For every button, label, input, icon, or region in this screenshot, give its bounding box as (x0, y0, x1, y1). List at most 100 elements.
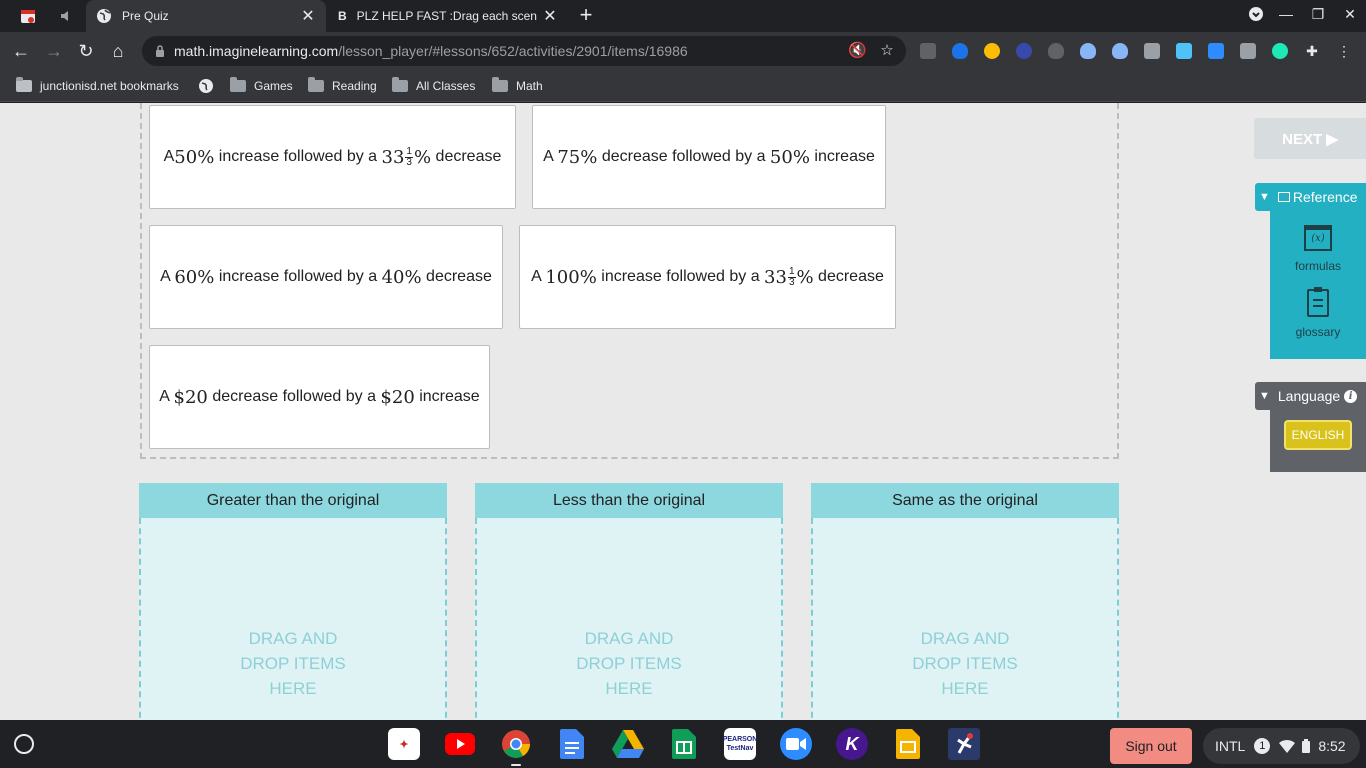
bookmark-games[interactable]: Games (230, 77, 293, 95)
back-icon[interactable]: ← (10, 40, 32, 62)
url-host: math.imaginelearning.com (174, 43, 339, 59)
extension-zoom-icon[interactable] (1208, 43, 1224, 59)
lesson-page: A 50% increase followed by a 33 13 % dec… (0, 103, 1366, 720)
tab-strip: Pre Quiz ✕ B PLZ HELP FAST :Drag each sc… (0, 0, 1366, 32)
card-text: A (531, 268, 546, 285)
scenario-card-60-increase[interactable]: A 60% increase followed by a 40% decreas… (149, 225, 503, 329)
drop-zone-same[interactable]: Same as the original DRAG AND DROP ITEMS… (811, 483, 1119, 720)
card-math: $20 (380, 386, 415, 408)
scenario-card-100-increase[interactable]: A 100% increase followed by a 33 13 % de… (519, 225, 896, 329)
drop-zone-greater[interactable]: Greater than the original DRAG AND DROP … (139, 483, 447, 720)
drop-zone-area[interactable]: DRAG AND DROP ITEMS HERE (139, 518, 447, 720)
home-icon[interactable]: ⌂ (107, 40, 129, 62)
tab-pre-quiz[interactable]: Pre Quiz ✕ (86, 0, 326, 32)
extension-cloud-icon[interactable] (1176, 43, 1192, 59)
scenario-card-20-dollar-decrease[interactable]: A $20 decrease followed by a $20 increas… (149, 345, 490, 449)
url-text: math.imaginelearning.com/lesson_player/#… (174, 43, 688, 59)
drop-zone-title: Same as the original (811, 483, 1119, 518)
extensions-puzzle-icon[interactable]: ✚ (1304, 43, 1320, 59)
youtube-icon[interactable] (444, 728, 476, 760)
bookmark-star-icon[interactable]: ☆ (878, 42, 896, 60)
mute-icon (61, 11, 68, 21)
extension-screens-icon[interactable] (1144, 43, 1160, 59)
tab-plz-help[interactable]: B PLZ HELP FAST :Drag each scen ✕ (328, 0, 568, 32)
launcher-icon[interactable] (14, 734, 34, 754)
language-toggle[interactable]: ▼ Language i (1255, 382, 1366, 410)
formulas-icon: (x) (1304, 225, 1332, 251)
close-tab-icon[interactable]: ✕ (300, 6, 316, 26)
bookmark-label: junctionisd.net bookmarks (40, 79, 179, 93)
formulas-button[interactable]: (x) formulas (1270, 225, 1366, 273)
bookmarks-folder-icon (16, 77, 32, 92)
triangle-down-icon: ▼ (1259, 191, 1270, 203)
english-button[interactable]: ENGLISH (1284, 420, 1352, 450)
education-app-icon[interactable]: ✦ (388, 728, 420, 760)
close-tab-icon[interactable]: ✕ (542, 6, 558, 26)
new-tab-button[interactable]: + (574, 4, 598, 28)
reload-icon[interactable]: ↻ (75, 40, 97, 62)
drop-zone-area[interactable]: DRAG AND DROP ITEMS HERE (475, 518, 783, 720)
game-app-icon[interactable] (948, 728, 980, 760)
card-text: increase followed by a (596, 268, 765, 285)
bookmark-math[interactable]: Math (492, 77, 543, 95)
card-math: 50% (769, 146, 810, 168)
hint-line: DRAG AND (920, 629, 1010, 648)
sheets-icon[interactable] (668, 728, 700, 760)
ime-label: INTL (1215, 738, 1246, 754)
folder-icon (308, 77, 324, 92)
close-window-icon[interactable]: ✕ (1340, 6, 1360, 26)
bookmarks-bar: junctionisd.net bookmarks Games Reading … (0, 70, 1366, 102)
bookmark-all-classes[interactable]: All Classes (392, 77, 475, 95)
maximize-icon[interactable]: ❐ (1308, 6, 1328, 26)
zoom-icon[interactable] (780, 728, 812, 760)
card-math: 33 (381, 146, 405, 168)
hint-line: DROP ITEMS (576, 654, 682, 673)
next-button[interactable]: NEXT ▶ (1254, 118, 1366, 159)
pinned-tab-muted[interactable] (52, 0, 80, 32)
bookmark-label: Math (516, 79, 543, 93)
drop-zone-less[interactable]: Less than the original DRAG AND DROP ITE… (475, 483, 783, 720)
extension-filter-icon[interactable] (1080, 43, 1096, 59)
extension-guard-icon[interactable] (1048, 43, 1064, 59)
docs-icon[interactable] (556, 728, 588, 760)
tab-title: PLZ HELP FAST :Drag each scen (356, 9, 537, 23)
notification-count-badge: 1 (1254, 738, 1271, 754)
drop-zone-area[interactable]: DRAG AND DROP ITEMS HERE (811, 518, 1119, 720)
slides-icon[interactable] (892, 728, 924, 760)
drive-icon[interactable] (612, 728, 644, 760)
system-tray[interactable]: INTL 1 8:52 (1203, 728, 1360, 764)
extension-filter2-icon[interactable] (1112, 43, 1128, 59)
extension-compass-icon[interactable] (984, 43, 1000, 59)
info-icon[interactable]: i (1344, 389, 1358, 403)
minimize-icon[interactable]: — (1276, 6, 1296, 26)
bookmark-junctionisd[interactable]: junctionisd.net bookmarks (16, 77, 179, 95)
menu-kebab-icon[interactable]: ⋮ (1336, 43, 1352, 59)
testnav-icon[interactable]: PEARSON TestNav (723, 728, 757, 760)
site-muted-icon[interactable]: 🔇 (848, 42, 867, 60)
extension-screencast-icon[interactable] (1240, 43, 1256, 59)
tab-search-icon[interactable] (1246, 6, 1266, 26)
extension-grammarly-icon[interactable] (1272, 43, 1288, 59)
chrome-icon[interactable] (500, 728, 532, 760)
card-math: 40% (381, 266, 422, 288)
address-bar[interactable]: math.imaginelearning.com/lesson_player/#… (142, 36, 906, 66)
extension-g-icon[interactable] (920, 43, 936, 59)
reference-toggle[interactable]: ▼ Reference (1255, 183, 1366, 211)
hint-line: HERE (269, 679, 317, 698)
forward-icon[interactable]: → (43, 40, 65, 62)
hint-line: DROP ITEMS (912, 654, 1018, 673)
scenario-card-75-decrease[interactable]: A 75% decrease followed by a 50% increas… (532, 105, 886, 209)
sign-out-button[interactable]: Sign out (1110, 728, 1192, 764)
kahoot-icon[interactable]: K (836, 728, 868, 760)
bookmark-globe[interactable] (198, 77, 214, 95)
extension-k-icon[interactable] (1016, 43, 1032, 59)
scenario-card-50-increase[interactable]: A 50% increase followed by a 33 13 % dec… (149, 105, 516, 209)
card-text: A (160, 268, 175, 285)
pinned-tab-calendar[interactable] (16, 0, 40, 32)
bookmark-reading[interactable]: Reading (308, 77, 377, 95)
glossary-button[interactable]: glossary (1270, 287, 1366, 339)
extension-shield-icon[interactable] (952, 43, 968, 59)
bookmark-label: All Classes (416, 79, 476, 93)
hint-line: HERE (605, 679, 653, 698)
card-text: decrease (421, 268, 492, 285)
